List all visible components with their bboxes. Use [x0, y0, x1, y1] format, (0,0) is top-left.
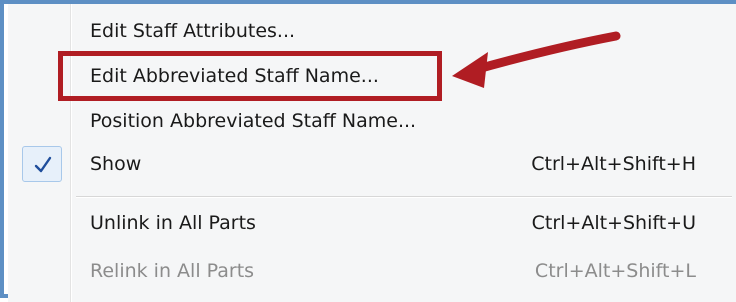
annotation-highlight-box	[58, 51, 442, 101]
menu-item-position-abbreviated-staff-name[interactable]: Position Abbreviated Staff Name...	[8, 101, 736, 141]
menu-item-label: Edit Staff Attributes...	[90, 20, 296, 42]
menu-item-label: Position Abbreviated Staff Name...	[90, 110, 417, 132]
menu-item-label: Show	[90, 153, 142, 175]
menu-item-label: Relink in All Parts	[90, 260, 255, 282]
menu-item-shortcut: Ctrl+Alt+Shift+H	[531, 153, 696, 175]
menu-item-shortcut: Ctrl+Alt+Shift+U	[531, 212, 696, 234]
menu-item-edit-staff-attributes[interactable]: Edit Staff Attributes...	[8, 11, 736, 51]
annotation-arrow-icon	[452, 31, 621, 88]
menu-item-unlink-in-all-parts[interactable]: Unlink in All Parts Ctrl+Alt+Shift+U	[8, 203, 736, 243]
context-menu-frame: Edit Staff Attributes... Edit Abbreviate…	[0, 0, 736, 302]
menu-item-shortcut: Ctrl+Alt+Shift+L	[534, 260, 696, 282]
menu-item-label: Unlink in All Parts	[90, 212, 256, 234]
menu-item-relink-in-all-parts: Relink in All Parts Ctrl+Alt+Shift+L	[8, 251, 736, 291]
context-menu: Edit Staff Attributes... Edit Abbreviate…	[8, 4, 736, 302]
menu-separator-highlight	[76, 197, 732, 198]
menu-item-show[interactable]: Show Ctrl+Alt+Shift+H	[8, 144, 736, 184]
